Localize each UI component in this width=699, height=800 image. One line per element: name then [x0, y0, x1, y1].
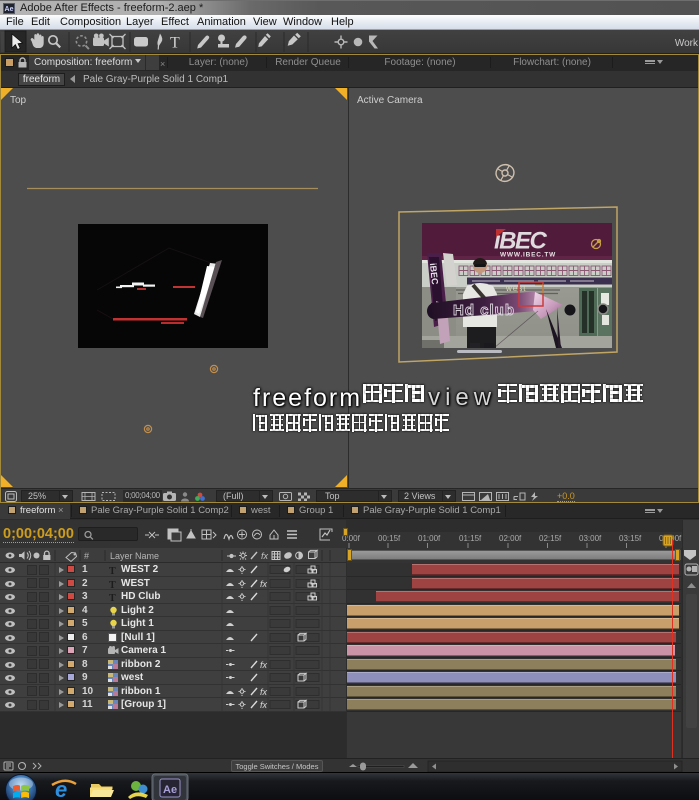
svg-text:west: west	[505, 284, 526, 293]
svg-text:fx: fx	[261, 551, 269, 561]
svg-text:WWW.IBEC.TW: WWW.IBEC.TW	[500, 252, 556, 259]
svg-text:Ae: Ae	[163, 784, 177, 796]
svg-text:T: T	[109, 566, 116, 575]
svg-text:Hd club: Hd club	[453, 302, 515, 319]
svg-text:T: T	[109, 593, 116, 602]
svg-text:T: T	[109, 580, 116, 589]
svg-text:Layer Name: Layer Name	[110, 551, 159, 561]
svg-text:fx: fx	[260, 579, 268, 589]
svg-text:T: T	[170, 35, 180, 52]
svg-text:fx: fx	[260, 687, 268, 697]
svg-text:fx: fx	[260, 700, 268, 710]
svg-text:#: #	[84, 551, 89, 561]
svg-text:fx: fx	[260, 660, 268, 670]
